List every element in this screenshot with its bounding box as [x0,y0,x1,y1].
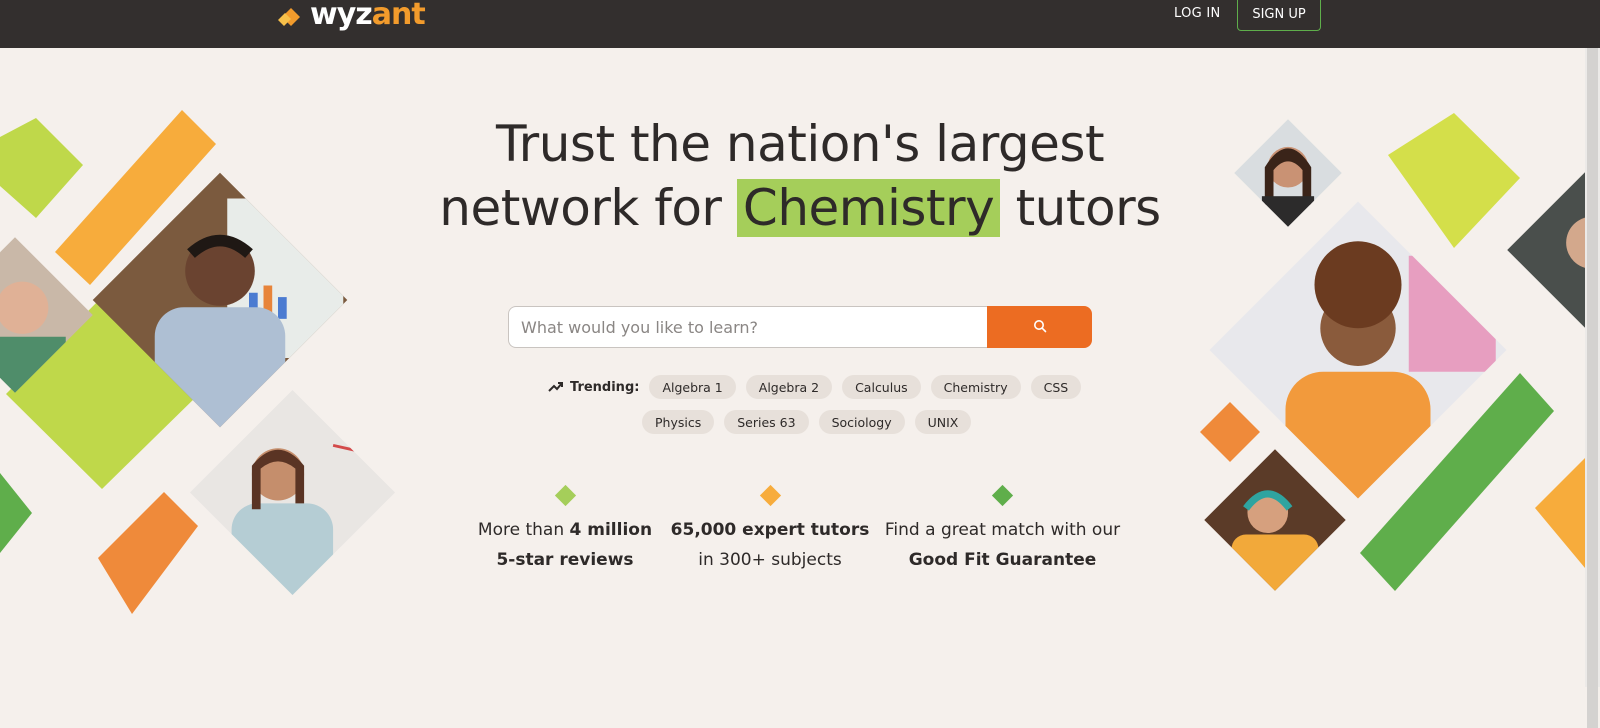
trending-chip-unix[interactable]: UNIX [914,410,972,434]
hero-headline-line2-start: network for [439,179,722,237]
signup-label: SIGN UP [1252,6,1306,22]
search-icon [1033,319,1047,336]
signup-button[interactable]: SIGN UP [1237,0,1321,31]
hero-headline-line2-end: tutors [1015,179,1162,237]
logo-mark-icon [276,4,306,32]
trending-label: Trending: [548,380,639,395]
page-scrollbar[interactable] [1585,48,1600,728]
wyzant-logo[interactable]: wyzant [276,0,426,36]
trending-chip-algebra-1[interactable]: Algebra 1 [649,375,736,399]
diamond-icon-green [991,484,1014,507]
stat-tutors: 65,000 expert tutors in 300+ subjects [665,484,875,575]
stat-tutors-number: 65,000 expert tutors [670,520,870,540]
trending-chip-series-63[interactable]: Series 63 [724,410,809,434]
stat-guarantee-text: Find a great match with our [884,520,1121,540]
trending-label-text: Trending: [570,379,640,395]
stat-reviews-number: 4 million [569,520,653,540]
login-link[interactable]: LOG IN [1174,6,1221,21]
trending-chip-physics[interactable]: Physics [642,410,715,434]
stat-guarantee-label: Good Fit Guarantee [908,550,1097,570]
trending-chip-algebra-2[interactable]: Algebra 2 [745,375,833,399]
logo-text-suffix: ant [371,0,426,32]
stat-tutors-subjects: in 300+ subjects [698,550,842,570]
scrollbar-thumb[interactable] [1587,48,1598,728]
search-input[interactable] [508,306,987,348]
stat-guarantee: Find a great match with our Good Fit Gua… [875,484,1130,575]
search-bar [508,306,1092,348]
subject-highlight: Chemistry [736,179,1001,237]
diamond-icon-lime [554,484,576,507]
trending-chip-css[interactable]: CSS [1030,375,1082,399]
hero-headline-line1: Trust the nation's largest [495,115,1105,173]
top-nav-bar: wyzant LOG IN SIGN UP [0,0,1600,48]
trending-row-1: Trending: Algebra 1 Algebra 2 Calculus C… [548,374,1091,400]
diamond-icon-orange [759,484,781,507]
trending-up-icon [548,381,564,393]
hero-headline: Trust the nation's largest network for C… [430,112,1170,240]
search-button[interactable] [987,306,1092,348]
trending-chip-calculus[interactable]: Calculus [842,375,921,399]
trending-chip-sociology[interactable]: Sociology [818,410,905,434]
logo-text-prefix: wyz [310,0,373,32]
stat-reviews: More than 4 million 5-star reviews [460,484,670,575]
stat-reviews-prefix: More than [477,520,565,540]
trending-chip-chemistry[interactable]: Chemistry [930,375,1021,399]
trending-row-2: Physics Series 63 Sociology UNIX [642,409,981,435]
stat-reviews-label: 5-star reviews [496,550,634,570]
